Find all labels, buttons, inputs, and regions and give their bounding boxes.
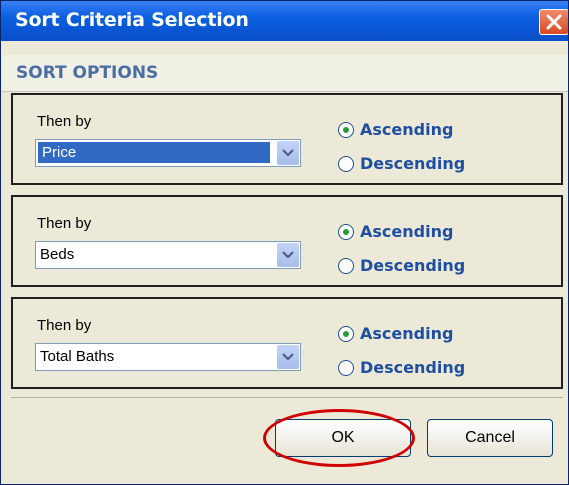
descending-radio-2[interactable]: Descending xyxy=(338,255,465,275)
ascending-label: Ascending xyxy=(360,120,454,139)
radio-icon xyxy=(338,325,354,342)
then-by-label: Then by xyxy=(37,215,92,232)
sort-options-header: SORT OPTIONS xyxy=(2,55,568,92)
close-button[interactable] xyxy=(539,9,568,35)
chevron-down-icon xyxy=(282,251,294,259)
window-title: Sort Criteria Selection xyxy=(15,9,249,31)
select-value: Beds xyxy=(40,246,75,263)
descending-radio-3[interactable]: Descending xyxy=(338,357,465,377)
ascending-radio-1[interactable]: Ascending xyxy=(338,119,453,139)
radio-icon xyxy=(338,223,354,240)
sort-field-select-1[interactable]: Price xyxy=(35,139,301,167)
chevron-down-icon xyxy=(282,353,294,361)
radio-icon xyxy=(338,359,354,376)
radio-icon xyxy=(338,121,354,138)
title-bar: Sort Criteria Selection xyxy=(1,1,568,41)
dropdown-button[interactable] xyxy=(277,345,299,369)
dropdown-button[interactable] xyxy=(277,243,299,267)
sort-criteria-panel-2: Then by Beds Ascending Descending xyxy=(11,195,563,287)
radio-icon xyxy=(338,257,354,274)
ascending-radio-2[interactable]: Ascending xyxy=(338,221,453,241)
ascending-label: Ascending xyxy=(360,324,454,343)
close-icon xyxy=(546,14,562,30)
cancel-button[interactable]: Cancel xyxy=(427,419,553,457)
sort-field-select-3[interactable]: Total Baths xyxy=(35,343,301,371)
ok-button[interactable]: OK xyxy=(275,419,411,457)
sort-criteria-panel-3: Then by Total Baths Ascending Descending xyxy=(11,297,563,389)
sort-criteria-panel-1: Then by Price Ascending Descending xyxy=(11,93,563,185)
radio-icon xyxy=(338,155,354,172)
select-value: Price xyxy=(38,142,270,163)
section-title: SORT OPTIONS xyxy=(16,63,159,83)
descending-label: Descending xyxy=(360,358,466,377)
sort-field-select-2[interactable]: Beds xyxy=(35,241,301,269)
then-by-label: Then by xyxy=(37,113,92,130)
descending-label: Descending xyxy=(360,256,466,275)
descending-label: Descending xyxy=(360,154,466,173)
then-by-label: Then by xyxy=(37,317,92,334)
chevron-down-icon xyxy=(282,149,294,157)
dropdown-button[interactable] xyxy=(277,141,299,165)
ascending-radio-3[interactable]: Ascending xyxy=(338,323,453,343)
descending-radio-1[interactable]: Descending xyxy=(338,153,465,173)
divider xyxy=(11,397,563,398)
sort-criteria-dialog: Sort Criteria Selection SORT OPTIONS The… xyxy=(0,0,569,485)
select-value: Total Baths xyxy=(40,348,115,365)
ascending-label: Ascending xyxy=(360,222,454,241)
